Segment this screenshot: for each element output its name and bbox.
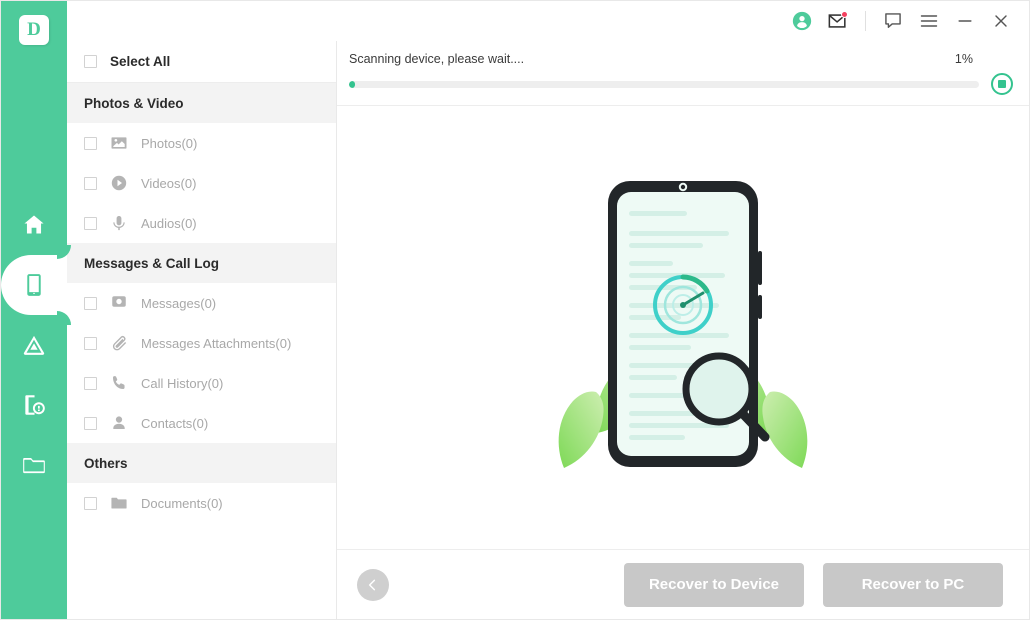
sidebar-item-files[interactable]: [1, 435, 67, 495]
checkbox-messages[interactable]: [84, 296, 97, 310]
recover-to-pc-button[interactable]: Recover to PC: [823, 562, 1003, 607]
app-logo: D: [19, 15, 49, 45]
list-item-label: Photos(0): [141, 135, 198, 151]
sidebar-item-cloud[interactable]: [1, 315, 67, 375]
checkbox-photos[interactable]: [84, 136, 97, 150]
list-item-label: Messages(0): [141, 295, 217, 311]
sidebar-item-phone[interactable]: [1, 255, 67, 315]
list-item-audios[interactable]: Audios(0): [67, 203, 336, 243]
sidebar-item-repair[interactable]: [1, 375, 67, 435]
list-item-label: Audios(0): [141, 215, 197, 231]
titlebar: [67, 1, 1029, 41]
back-button[interactable]: [357, 568, 389, 601]
video-icon: [110, 174, 128, 192]
rail-nav-list: [1, 195, 67, 495]
titlebar-divider: [865, 11, 866, 31]
checkbox-messages-attachments[interactable]: [84, 336, 97, 350]
attachment-icon: [110, 334, 128, 352]
minimize-icon[interactable]: [947, 5, 983, 37]
message-icon: [110, 294, 128, 312]
scanning-illustration: [558, 180, 808, 468]
photo-icon: [110, 134, 128, 152]
list-item-messages[interactable]: Messages(0): [67, 283, 336, 323]
app-window: D Select All Photos & Video Photos(0) Vi…: [0, 0, 1030, 620]
list-item-label: Messages Attachments(0): [141, 335, 292, 351]
footer-bar: Recover to Device Recover to PC: [337, 549, 1029, 619]
menu-icon[interactable]: [911, 5, 947, 37]
list-item-documents[interactable]: Documents(0): [67, 483, 336, 523]
illustration-stage: [337, 106, 1029, 549]
left-nav-rail: D: [1, 1, 67, 619]
contact-icon: [110, 414, 128, 432]
list-item-label: Contacts(0): [141, 415, 209, 431]
account-icon[interactable]: [784, 5, 820, 37]
select-all-row[interactable]: Select All: [67, 41, 336, 83]
scan-percent-label: 1%: [954, 52, 973, 66]
list-item-label: Documents(0): [141, 495, 223, 511]
list-item-call-history[interactable]: Call History(0): [67, 363, 336, 403]
body-area: Select All Photos & Video Photos(0) Vide…: [67, 41, 1029, 619]
checkbox-audios[interactable]: [84, 216, 97, 230]
list-item-label: Videos(0): [141, 175, 197, 191]
close-icon[interactable]: [983, 5, 1019, 37]
cloud-icon: [21, 332, 47, 358]
list-item-label: Call History(0): [141, 375, 224, 391]
group-header-photos-video: Photos & Video: [67, 83, 336, 123]
checkbox-documents[interactable]: [84, 496, 97, 510]
main-content: Scanning device, please wait.... 1% Reco…: [337, 41, 1029, 619]
scan-progress-fill: [349, 80, 356, 88]
list-item-photos[interactable]: Photos(0): [67, 123, 336, 163]
folder-icon: [21, 452, 47, 478]
list-item-videos[interactable]: Videos(0): [67, 163, 336, 203]
window-right-side: Select All Photos & Video Photos(0) Vide…: [67, 1, 1029, 619]
file-category-panel: Select All Photos & Video Photos(0) Vide…: [67, 41, 337, 619]
select-all-label: Select All: [110, 54, 171, 69]
stop-square-icon: [998, 80, 1006, 88]
phone-icon: [21, 272, 47, 298]
checkbox-call-history[interactable]: [84, 376, 97, 390]
checkbox-videos[interactable]: [84, 176, 97, 190]
group-header-messages-calllog: Messages & Call Log: [67, 243, 336, 283]
checkbox-contacts[interactable]: [84, 416, 97, 430]
mail-badge: [841, 11, 848, 18]
scan-status-text: Scanning device, please wait....: [349, 52, 525, 66]
mail-icon[interactable]: [820, 5, 856, 37]
document-icon: [110, 494, 128, 512]
stop-scan-button[interactable]: [991, 73, 1013, 95]
device-repair-icon: [21, 392, 47, 418]
list-item-contacts[interactable]: Contacts(0): [67, 403, 336, 443]
home-icon: [21, 212, 47, 238]
feedback-icon[interactable]: [875, 5, 911, 37]
recover-to-device-button[interactable]: Recover to Device: [624, 562, 804, 607]
audio-icon: [110, 214, 128, 232]
group-header-others: Others: [67, 443, 336, 483]
scan-progress-bar: [349, 80, 979, 88]
select-all-checkbox[interactable]: [84, 55, 97, 68]
call-icon: [110, 374, 128, 392]
scan-progress-section: Scanning device, please wait.... 1%: [337, 41, 1029, 106]
list-item-messages-attachments[interactable]: Messages Attachments(0): [67, 323, 336, 363]
